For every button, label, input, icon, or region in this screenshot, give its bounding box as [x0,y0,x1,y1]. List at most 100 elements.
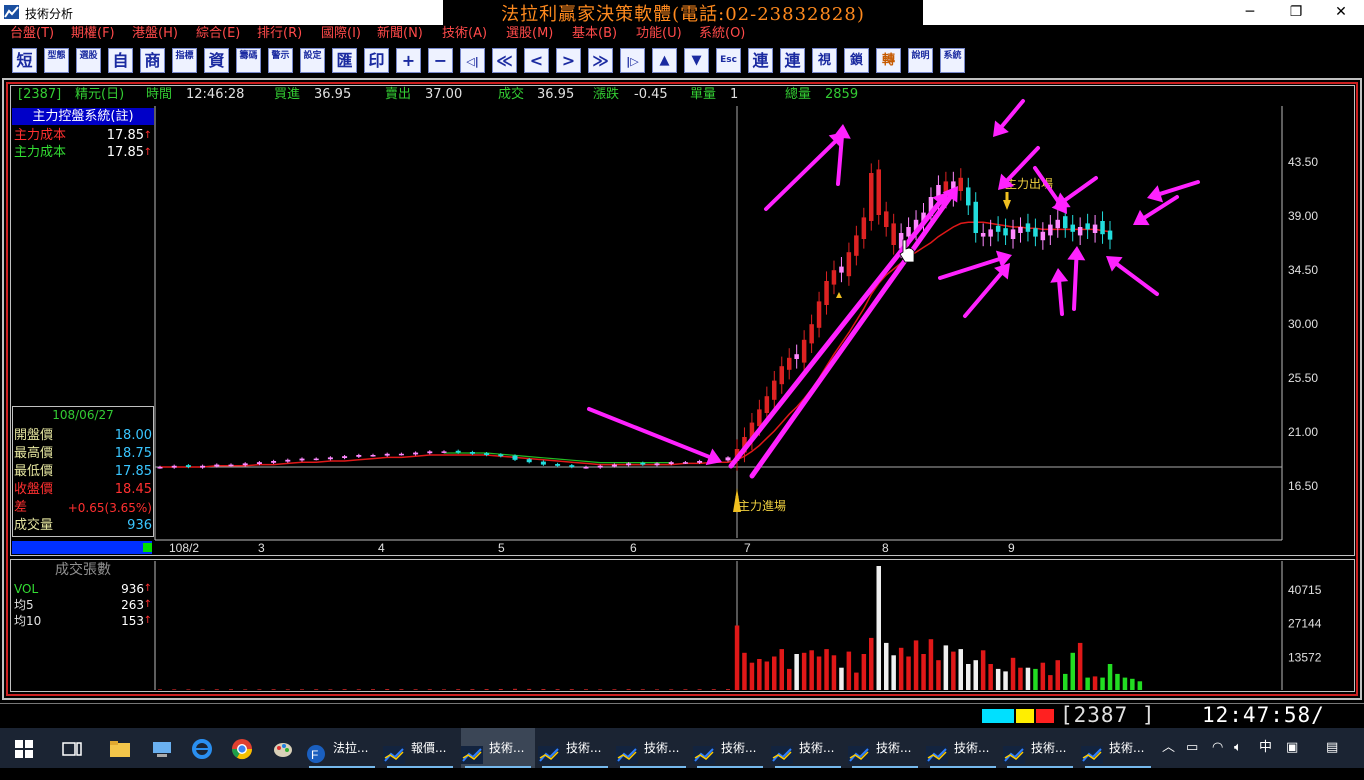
magenta-arrow [764,132,845,211]
volume-bar [1055,660,1060,690]
candle-body [171,465,177,468]
candle-body [526,459,532,463]
candle-body [228,464,234,467]
volume-bar [726,689,730,690]
candle-body [427,451,433,454]
paint-button[interactable] [263,728,303,768]
taskbar-app-8[interactable]: 技術... [926,728,1000,768]
taskbar-app-6[interactable]: 技術... [771,728,845,768]
volume-bar [413,689,418,690]
volume-bar [1107,664,1113,690]
volume-bar [1048,675,1053,690]
price-axis-tick: 21.00 [1288,425,1318,439]
taskbar-app-1[interactable]: 報價... [383,728,457,768]
candle-body [455,450,461,453]
candle-body [569,465,575,467]
candle-body [313,458,319,461]
ie-button[interactable] [183,728,221,768]
magenta-arrow [1106,256,1159,296]
candle-body [214,464,220,467]
volume-bar [158,689,162,690]
candle-body [682,462,688,464]
ime-indicator[interactable]: 中 [1259,728,1272,768]
taskbar-app-label: 技術... [1031,741,1067,755]
magenta-arrow [1067,246,1086,311]
taskbar-app-2[interactable]: 技術... [461,728,535,768]
volume-icon[interactable]: 🔈︎ [1234,728,1242,768]
notification-icon[interactable]: ▤ [1326,728,1338,768]
x-axis-tick: 9 [1008,541,1015,555]
chart-app-icon [538,740,562,764]
volume-bar [884,642,889,690]
candle-body [816,301,822,328]
chart-app-icon [616,740,640,764]
volume-bar [1003,671,1008,690]
chart-app-icon [383,740,407,764]
candle-body [512,455,518,460]
volume-bar [831,655,837,690]
wifi-icon[interactable]: ◠ [1212,728,1223,768]
file-explorer-button[interactable] [100,728,140,768]
volume-bar [801,652,807,690]
computer-button[interactable] [143,728,181,768]
chart-app-icon: F [305,740,329,763]
x-axis-tick: 5 [498,541,505,555]
candle-body [861,217,867,239]
candle-body [1063,216,1068,229]
paint-icon [274,742,292,757]
volume-bar [427,689,432,690]
taskbar-app-label: 技術... [566,741,602,755]
arrow-shaft [587,407,711,459]
input-mode-icon[interactable]: ▣ [1286,728,1298,768]
volume-bar [1085,677,1090,690]
candle-body [854,235,859,256]
magenta-arrow [749,186,958,479]
candle-body [966,187,971,206]
volume-bar [498,689,503,690]
chrome-button[interactable] [223,728,261,768]
arrow-shaft [1063,176,1098,202]
volume-bar [861,654,867,690]
exit-arrow-stem [1005,192,1009,201]
volume-bar [172,689,177,690]
x-axis-tick: 3 [258,541,265,555]
arrow-shaft [1158,180,1200,196]
magenta-arrow [1033,166,1067,214]
status-clock: 12:47:58/ [1202,703,1325,727]
arrow-shaft [764,139,837,211]
task-view-icon [62,741,82,756]
candle-body [1100,221,1105,235]
candle-body [1003,228,1008,236]
taskbar-app-4[interactable]: 技術... [616,728,690,768]
volume-bar [456,689,461,690]
taskbar-app-7[interactable]: 技術... [848,728,922,768]
volume-bar [980,650,986,690]
tray-chevron-icon[interactable]: ︿ [1162,728,1175,768]
taskbar-app-0[interactable]: F 法拉... [305,728,379,768]
candle-body [1033,228,1038,237]
price-chart[interactable]: 43.50 39.00 34.50 30.00 25.50 21.00 16.50 40715… [0,0,1364,700]
arrow-head-icon [1106,256,1123,272]
volume-bar [271,689,276,690]
start-button[interactable] [0,728,48,768]
taskbar-app-5[interactable]: 技術... [693,728,767,768]
arrow-head-icon [1050,268,1069,283]
volume-axis-tick: 27144 [1288,617,1322,631]
taskbar-app-10[interactable]: 技術... [1081,728,1155,768]
volume-bar [891,655,896,690]
candle-body [906,227,911,237]
candle-body [398,453,404,456]
volume-bar [541,689,546,690]
candle-body [242,463,248,466]
x-axis-tick: 7 [744,541,751,555]
taskbar-app-9[interactable]: 技術... [1003,728,1077,768]
taskbar-app-3[interactable]: 技術... [538,728,612,768]
battery-icon[interactable]: ▭ [1186,728,1198,768]
volume-bar [973,660,978,690]
volume-bar [913,640,919,690]
volume-bar [1040,662,1046,690]
volume-bar [779,649,784,690]
task-view-button[interactable] [52,728,92,768]
arrow-shaft [999,99,1025,129]
volume-bar [1025,667,1031,690]
